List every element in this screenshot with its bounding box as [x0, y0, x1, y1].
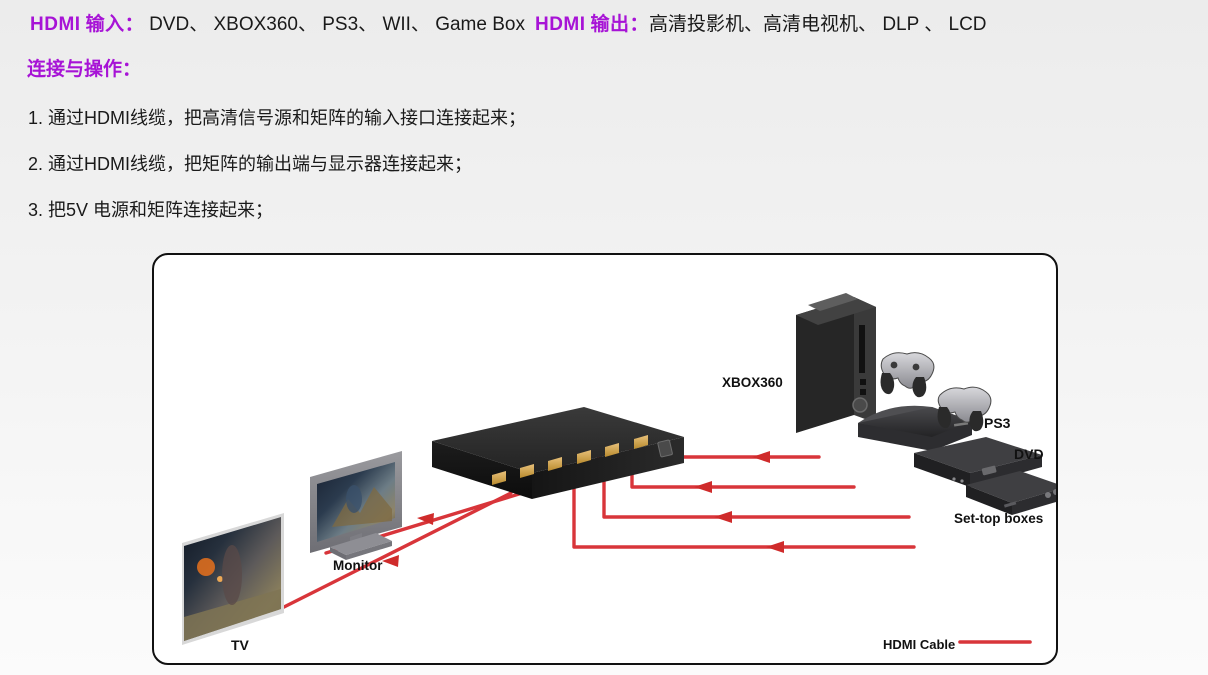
monitor-screen-figure: [346, 485, 362, 513]
section-title: 连接与操作：: [27, 59, 142, 80]
xbox-disc-slot: [859, 325, 865, 373]
xbox-power-button: [852, 397, 868, 413]
label-xbox360: XBOX360: [722, 375, 783, 390]
connection-diagram: XBOX360 PS3 DVD Set-top boxes Monitor TV…: [152, 253, 1058, 665]
label-set-top-boxes: Set-top boxes: [954, 511, 1044, 526]
step-item-3: 3. 把5V 电源和矩阵连接起来；: [28, 200, 274, 220]
label-tv: TV: [231, 637, 249, 653]
step-item-1: 1. 通过HDMI线缆，把高清信号源和矩阵的输入接口连接起来；: [28, 108, 527, 128]
hdmi-output-keyword: HDMI: [534, 14, 586, 35]
xbox-vent-1: [860, 379, 866, 385]
label-dvd: DVD: [1014, 446, 1044, 462]
hdmi-input-keyword: HDMI: [30, 14, 81, 35]
output-devices-list: 高清投影机、高清电视机、 DLP 、 LCD: [649, 14, 987, 35]
xbox-stick-right: [912, 363, 920, 371]
label-monitor: Monitor: [333, 558, 383, 573]
arrow-xbox: [752, 451, 770, 463]
header-line: HDMI 输入： DVD、 XBOX360、 PS3、 WII、 Game Box H…: [30, 13, 987, 37]
output-label: 输出：: [590, 14, 650, 35]
input-label: 输入：: [85, 14, 145, 35]
dvd-led-2: [960, 479, 964, 483]
monitor-device: [310, 451, 402, 560]
xbox360-console: [796, 293, 876, 433]
dvd-led-1: [952, 477, 956, 481]
stb-knob-1: [1045, 492, 1051, 498]
xbox-stick-left: [890, 361, 898, 369]
input-sources-list: DVD、 XBOX360、 PS3、 WII、 Game Box: [149, 14, 525, 35]
xbox-controller-grip-left: [880, 373, 895, 395]
tv-screen-flare: [197, 558, 215, 576]
tv-screen-figure: [222, 545, 242, 605]
step-item-2: 2. 通过HDMI线缆，把矩阵的输出端与显示器连接起来；: [28, 154, 473, 174]
label-hdmi-cable: HDMI Cable: [883, 637, 956, 652]
label-ps3: PS3: [984, 415, 1011, 431]
tv-device: [182, 513, 284, 645]
diagram-canvas: [154, 255, 1056, 663]
ps3-controller-grip-right: [969, 411, 984, 432]
arrow-dvd: [714, 511, 732, 523]
xbox-controller: [880, 352, 935, 398]
arrow-ps3: [694, 481, 712, 493]
arrow-settop: [766, 541, 784, 553]
xbox-controller-grip-right: [912, 377, 927, 398]
hdmi-matrix-switcher: [432, 407, 684, 499]
xbox-vent-2: [860, 389, 866, 395]
